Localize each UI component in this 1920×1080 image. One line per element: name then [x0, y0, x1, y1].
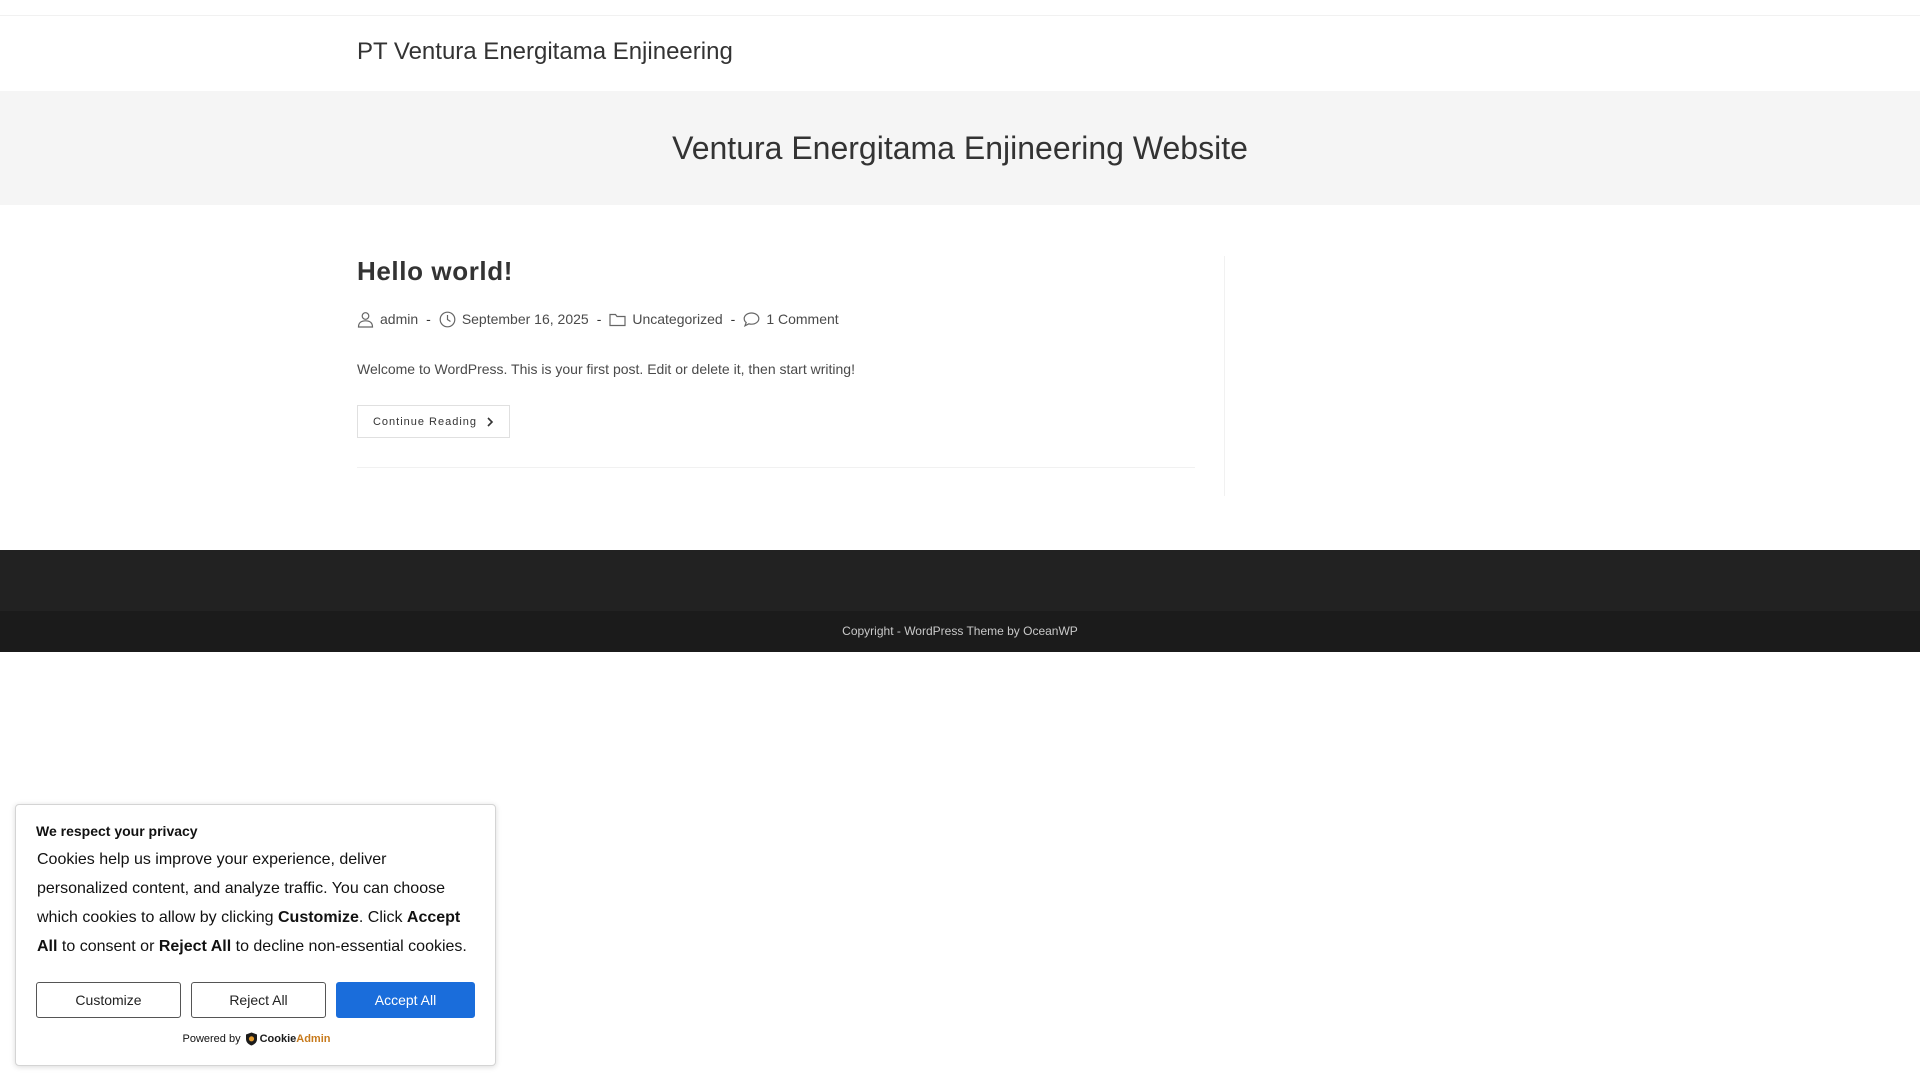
post-category: Uncategorized: [609, 311, 723, 328]
site-header: PT Ventura Energitama Enjineering: [0, 16, 1920, 91]
post-title-link[interactable]: Hello world!: [357, 256, 513, 287]
post-author: admin: [357, 311, 418, 328]
date-text: September 16, 2025: [461, 311, 589, 327]
page-header: Ventura Energitama Enjineering Website: [0, 91, 1920, 205]
sidebar-divider: [1224, 256, 1225, 496]
powered-by: Powered by CookieAdmin: [16, 1032, 497, 1046]
post-excerpt: Welcome to WordPress. This is your first…: [357, 361, 855, 377]
logo-text-cookie: Cookie: [259, 1033, 297, 1045]
cookie-consent-banner: We respect your privacy Cookies help us …: [15, 804, 496, 1066]
powered-by-label: Powered by: [182, 1033, 241, 1045]
meta-separator: -: [730, 311, 736, 327]
meta-separator: -: [596, 311, 602, 327]
cookie-text-part: to consent or: [57, 938, 159, 955]
page-title: Ventura Energitama Enjineering Website: [672, 130, 1248, 166]
folder-icon: [609, 311, 626, 328]
logo-text-admin: Admin: [296, 1033, 331, 1045]
continue-reading-button[interactable]: Continue Reading: [357, 405, 510, 438]
site-title-link[interactable]: PT Ventura Energitama Enjineering: [357, 38, 733, 66]
clock-icon: [439, 311, 456, 328]
post-meta: admin - September 16, 2025 - Uncategoriz…: [357, 309, 839, 329]
post-comments: 1 Comment: [743, 311, 839, 328]
continue-reading-label: Continue Reading: [372, 415, 478, 428]
cookie-text-customize: Customize: [278, 909, 359, 926]
reject-all-button[interactable]: Reject All: [191, 982, 326, 1018]
main-content: Hello world! admin - September 16, 2025 …: [357, 256, 1539, 496]
accept-all-button[interactable]: Accept All: [336, 982, 475, 1018]
cookie-banner-text: Cookies help us improve your experience,…: [37, 845, 477, 961]
user-icon: [357, 311, 374, 328]
chevron-right-icon: [487, 416, 494, 427]
cookie-text-part: . Click: [358, 909, 407, 926]
author-link[interactable]: admin: [380, 311, 418, 327]
cookie-text-reject: Reject All: [158, 938, 232, 955]
shield-icon: [245, 1032, 257, 1046]
footer-copyright: Copyright - WordPress Theme by OceanWP: [0, 611, 1920, 652]
cookie-text-part: to decline non-essential cookies.: [231, 938, 467, 955]
cookie-banner-title: We respect your privacy: [36, 823, 198, 839]
category-link[interactable]: Uncategorized: [632, 311, 722, 327]
meta-separator: -: [426, 311, 431, 327]
cookieadmin-logo[interactable]: CookieAdmin: [245, 1032, 331, 1046]
customize-button[interactable]: Customize: [36, 982, 181, 1018]
cookieadmin-logo-text: CookieAdmin: [260, 1033, 331, 1045]
comments-link[interactable]: 1 Comment: [766, 311, 838, 327]
footer-widgets: [0, 550, 1920, 611]
blog-post: Hello world! admin - September 16, 2025 …: [357, 256, 1195, 468]
top-bar: [0, 0, 1920, 16]
post-date: September 16, 2025: [439, 311, 589, 328]
comment-icon: [743, 311, 760, 328]
